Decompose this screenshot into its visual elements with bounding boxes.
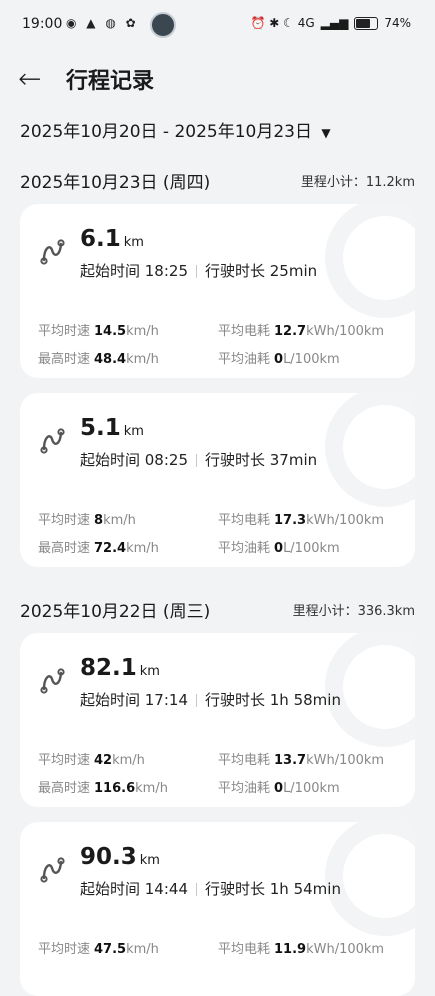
max-speed-unit: km/h xyxy=(126,352,159,367)
max-speed: 最高时速 116.6km/h xyxy=(38,781,168,796)
avg-fuel: 平均油耗 0L/100km xyxy=(218,541,340,556)
avg-power: 平均电耗 13.7kWh/100km xyxy=(218,753,385,768)
trip-time-line: 起始时间 08:25 行驶时长 37min xyxy=(80,449,317,470)
dropdown-triangle-icon: ▼ xyxy=(321,126,331,140)
system-status-icons: ⏰ ✱ ☾ 4G xyxy=(250,16,315,30)
divider xyxy=(196,454,197,467)
avatar xyxy=(150,12,176,38)
max-speed: 最高时速 72.4km/h xyxy=(38,541,159,556)
avg-power-unit: kWh/100km xyxy=(306,324,385,339)
max-speed-value: 48.4 xyxy=(94,352,127,367)
avg-speed-unit: km/h xyxy=(126,942,159,957)
avg-fuel-unit: L/100km xyxy=(283,541,340,556)
battery-percent: 74% xyxy=(384,16,411,30)
date-range-selector[interactable]: 2025年10月20日 - 2025年10月23日 ▼ xyxy=(20,117,331,142)
avg-power-unit: kWh/100km xyxy=(306,513,385,528)
trip-card[interactable]: 90.3 km 起始时间 14:44 行驶时长 1h 54min 平均时速 47.5km/… xyxy=(20,822,415,996)
status-bar: 19:00 ◉ ▲ ◍ ✿ ⏰ ✱ ☾ 4G ▂▄▆ 74% xyxy=(0,0,435,48)
watermark-decoration xyxy=(325,393,415,507)
start-time: 起始时间 17:14 xyxy=(80,691,188,709)
avg-power-unit: kWh/100km xyxy=(306,753,385,768)
avg-fuel: 平均油耗 0L/100km xyxy=(218,781,340,796)
distance-unit: km xyxy=(123,235,144,250)
route-icon xyxy=(38,667,68,695)
max-speed-unit: km/h xyxy=(135,781,168,796)
avg-power: 平均电耗 11.9kWh/100km xyxy=(218,942,385,957)
divider xyxy=(196,694,197,707)
avg-power-value: 12.7 xyxy=(274,324,307,339)
day-date: 2025年10月23日 (周四) xyxy=(20,173,211,193)
trip-distance: 90.3 km xyxy=(80,844,160,870)
avg-speed: 平均时速 8km/h xyxy=(38,513,136,528)
avg-fuel-value: 0 xyxy=(274,352,284,367)
start-time: 起始时间 18:25 xyxy=(80,262,188,280)
distance-unit: km xyxy=(123,424,144,439)
day-header: 2025年10月22日 (周三) 里程小计：336.3km xyxy=(20,597,415,622)
avg-speed: 平均时速 47.5km/h xyxy=(38,942,159,957)
app-header: ← 行程记录 xyxy=(0,60,435,100)
watermark-decoration xyxy=(325,204,415,318)
route-icon xyxy=(38,238,68,266)
divider xyxy=(196,883,197,896)
avg-power-value: 17.3 xyxy=(274,513,307,528)
avg-power-value: 13.7 xyxy=(274,753,307,768)
avg-speed-value: 14.5 xyxy=(94,324,127,339)
avg-fuel-unit: L/100km xyxy=(283,352,340,367)
avg-speed-value: 8 xyxy=(94,513,104,528)
trip-card[interactable]: 6.1 km 起始时间 18:25 行驶时长 25min 平均时速 14.5km/h 平均电… xyxy=(20,204,415,378)
avg-fuel-value: 0 xyxy=(274,541,284,556)
trip-distance: 5.1 km xyxy=(80,415,144,441)
avg-power: 平均电耗 12.7kWh/100km xyxy=(218,324,385,339)
date-range-label: 2025年10月20日 - 2025年10月23日 xyxy=(20,122,312,142)
start-time: 起始时间 08:25 xyxy=(80,451,188,469)
drive-duration: 行驶时长 1h 54min xyxy=(205,880,341,898)
day-mileage-subtotal: 里程小计：336.3km xyxy=(292,604,415,619)
day-header: 2025年10月23日 (周四) 里程小计：11.2km xyxy=(20,168,415,193)
avg-speed-unit: km/h xyxy=(112,753,145,768)
route-icon xyxy=(38,427,68,455)
drive-duration: 行驶时长 37min xyxy=(205,451,318,469)
day-date: 2025年10月22日 (周三) xyxy=(20,602,211,622)
avg-speed-unit: km/h xyxy=(103,513,136,528)
day-mileage-subtotal: 里程小计：11.2km xyxy=(300,175,415,190)
max-speed-value: 116.6 xyxy=(94,781,136,796)
avg-speed: 平均时速 42km/h xyxy=(38,753,145,768)
battery-icon xyxy=(354,16,379,30)
avg-speed-value: 47.5 xyxy=(94,942,127,957)
status-time: 19:00 xyxy=(22,16,63,32)
avg-speed-value: 42 xyxy=(94,753,113,768)
distance-unit: km xyxy=(139,664,160,679)
avg-fuel: 平均油耗 0L/100km xyxy=(218,352,340,367)
avg-power: 平均电耗 17.3kWh/100km xyxy=(218,513,385,528)
start-time: 起始时间 14:44 xyxy=(80,880,188,898)
trip-card[interactable]: 5.1 km 起始时间 08:25 行驶时长 37min 平均时速 8km/h 平均电耗 17… xyxy=(20,393,415,567)
avg-speed: 平均时速 14.5km/h xyxy=(38,324,159,339)
avg-fuel-unit: L/100km xyxy=(283,781,340,796)
trip-time-line: 起始时间 14:44 行驶时长 1h 54min xyxy=(80,878,341,899)
trip-distance: 82.1 km xyxy=(80,655,160,681)
trip-time-line: 起始时间 18:25 行驶时长 25min xyxy=(80,260,317,281)
system-icons: ⏰ ✱ ☾ 4G ▂▄▆ 74% xyxy=(251,16,412,30)
trip-distance: 6.1 km xyxy=(80,226,144,252)
avg-fuel-value: 0 xyxy=(274,781,284,796)
divider xyxy=(196,265,197,278)
notification-icons: ◉ ▲ ◍ ✿ xyxy=(66,16,139,30)
page-title: 行程记录 xyxy=(66,69,155,94)
max-speed-value: 72.4 xyxy=(94,541,127,556)
avg-speed-unit: km/h xyxy=(126,324,159,339)
max-speed-unit: km/h xyxy=(126,541,159,556)
drive-duration: 行驶时长 1h 58min xyxy=(205,691,341,709)
trip-card[interactable]: 82.1 km 起始时间 17:14 行驶时长 1h 58min 平均时速 42km/h 平… xyxy=(20,633,415,807)
avg-power-unit: kWh/100km xyxy=(306,942,385,957)
signal-icon: ▂▄▆ xyxy=(320,16,349,30)
max-speed: 最高时速 48.4km/h xyxy=(38,352,159,367)
trip-time-line: 起始时间 17:14 行驶时长 1h 58min xyxy=(80,689,341,710)
back-arrow-icon[interactable]: ← xyxy=(18,62,41,95)
drive-duration: 行驶时长 25min xyxy=(205,262,318,280)
route-icon xyxy=(38,856,68,884)
avg-power-value: 11.9 xyxy=(274,942,307,957)
distance-unit: km xyxy=(139,853,160,868)
